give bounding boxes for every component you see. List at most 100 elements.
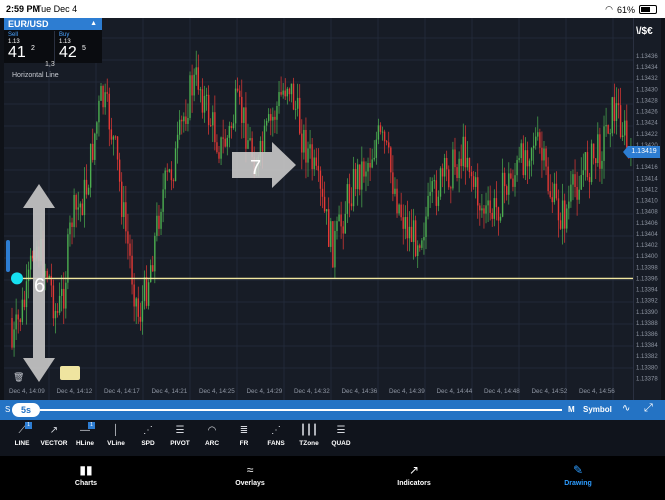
candle-body (483, 208, 485, 214)
candle-body (464, 136, 467, 168)
time-axis: Dec 4, 14:09 Dec 4, 14:12 Dec 4, 14:17 Dec … (9, 388, 615, 395)
tab-overlays[interactable]: ≈ Overlays (190, 460, 310, 487)
candle-body (174, 148, 177, 181)
timeframe-slider-thumb[interactable]: 5s (12, 403, 40, 417)
tool-arc[interactable]: ◠ ARC (195, 422, 229, 454)
candle-body (311, 144, 313, 170)
candle-body (379, 125, 382, 132)
candlestick-chart[interactable]: Dec 4, 14:09 Dec 4, 14:12 Dec 4, 14:17 Dec … (4, 18, 633, 400)
tool-line[interactable]: ⟋ 1 LINE (5, 422, 39, 454)
tool-vline[interactable]: │ VLine (99, 422, 133, 454)
tool-fans[interactable]: ⋰ FANS (259, 422, 293, 454)
tool-label: VECTOR (40, 440, 68, 447)
time-tick-label: Dec 4, 14:48 (484, 388, 520, 395)
tool-label: QUAD (331, 440, 351, 447)
candle-body (181, 119, 183, 122)
candle-body (58, 295, 61, 313)
candle-body (305, 129, 307, 163)
chart-area[interactable]: Dec 4, 14:09 Dec 4, 14:12 Dec 4, 14:17 Dec … (4, 18, 633, 400)
candle-body (98, 100, 100, 123)
candle-body (50, 275, 53, 286)
candle-body (371, 159, 373, 168)
tool-quad[interactable]: ☰ QUAD (324, 422, 358, 454)
candle-body (332, 221, 334, 268)
candle-body (166, 170, 168, 172)
candle-body (143, 277, 146, 302)
candle-body (582, 170, 585, 175)
sell-quote[interactable]: Sell 1.13 41 2 (4, 31, 52, 63)
candle-body (54, 311, 57, 319)
draw-wave-icon[interactable]: ∿ (622, 403, 630, 414)
caret-up-icon[interactable]: ▲ (90, 18, 97, 30)
candle-body (46, 270, 48, 279)
candle-body (495, 198, 498, 208)
color-swatch[interactable] (60, 366, 80, 380)
candle-body (516, 160, 518, 176)
candle-body (491, 212, 493, 219)
candle-body (388, 142, 390, 148)
timeframe-slider-track[interactable] (40, 409, 562, 411)
candle-body (280, 92, 282, 95)
right-edge (661, 18, 665, 400)
fans-icon: ⋰ (271, 425, 281, 436)
candle-body (489, 200, 491, 213)
candle-body (89, 143, 92, 188)
ticker-header[interactable]: EUR/USD ▲ (4, 18, 102, 30)
timeframe-bar[interactable]: S 5s M Symbol ∿ ⤢ (0, 400, 665, 420)
candle-body (437, 196, 440, 206)
candle-body (456, 167, 458, 179)
tool-vector[interactable]: ↗ VECTOR (37, 422, 71, 454)
candle-body (290, 83, 293, 95)
candle-body (162, 189, 164, 212)
tool-pivot[interactable]: ☰ PIVOT (163, 422, 197, 454)
candle-body (470, 172, 473, 177)
candle-body (621, 135, 624, 138)
candle-body (178, 119, 181, 135)
candle-body (425, 216, 427, 237)
tool-spd[interactable]: ⋰ SPD (131, 422, 165, 454)
candle-body (617, 103, 620, 106)
tool-tzone[interactable]: ┃┃┃ TZone (292, 422, 326, 454)
candle-body (63, 288, 65, 309)
candle-body (230, 125, 233, 129)
tab-label: Drawing (564, 480, 592, 487)
candle-body (607, 125, 609, 134)
candle-body (83, 179, 86, 216)
candle-body (619, 105, 622, 138)
candle-body (11, 318, 13, 348)
candle-body (94, 133, 96, 160)
candle-body (443, 157, 446, 177)
tool-fr[interactable]: ≣ FR (227, 422, 261, 454)
candle-body (506, 186, 508, 195)
currency-symbol-button[interactable]: \/$€ (636, 26, 653, 37)
candle-body (501, 172, 504, 217)
candle-body (75, 195, 77, 210)
candle-body (131, 255, 133, 285)
fullscreen-icon[interactable]: ⤢ (644, 402, 653, 415)
candle-body (172, 180, 175, 182)
battery-level (641, 7, 650, 12)
symbol-button[interactable]: Symbol (583, 405, 612, 414)
candle-body (450, 187, 452, 189)
price-axis[interactable]: 1.13436 1.13434 1.13432 1.13430 1.13428 1.134… (633, 18, 662, 400)
tool-hline[interactable]: —1 HLine (68, 422, 102, 454)
time-tick-label: Dec 4, 14:39 (389, 388, 425, 395)
left-drag-handle[interactable] (6, 240, 10, 272)
candle-body (342, 226, 344, 234)
candle-body (100, 86, 102, 101)
candle-body (228, 125, 231, 138)
tab-indicators[interactable]: ↗ Indicators (354, 460, 474, 487)
candle-body (574, 174, 576, 188)
candle-body (67, 234, 69, 283)
timeframe-min-label: S (5, 405, 11, 414)
candle-body (292, 83, 295, 110)
horizontal-line-handle[interactable] (11, 272, 23, 285)
ticker-panel[interactable]: EUR/USD ▲ Sell 1.13 41 2 Buy 1.13 42 5 1… (4, 18, 103, 68)
candle-body (15, 314, 17, 330)
tab-charts[interactable]: ▮▮ Charts (26, 460, 146, 487)
trash-icon[interactable]: 🗑 (13, 372, 24, 383)
buy-quote[interactable]: Buy 1.13 42 5 (54, 31, 103, 63)
candle-body (141, 301, 144, 322)
tab-drawing[interactable]: ✎ Drawing (518, 460, 638, 487)
candle-body (547, 166, 549, 192)
